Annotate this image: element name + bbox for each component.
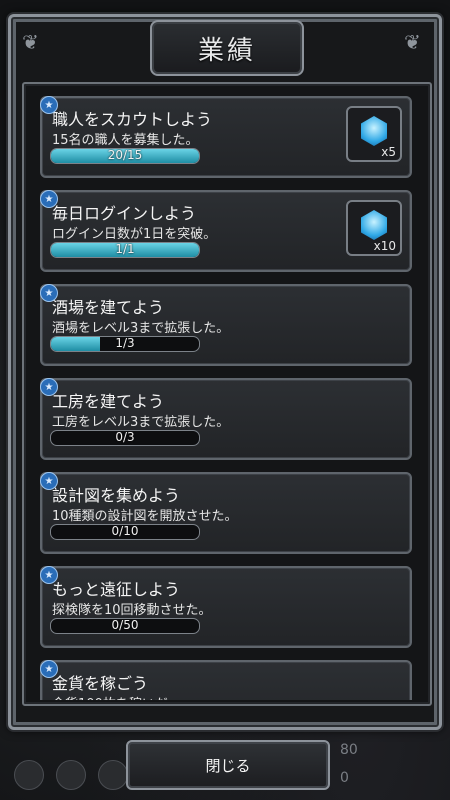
blue-gem-icon <box>361 116 387 146</box>
progress-text: 0/10 <box>111 524 139 538</box>
achievement-description: 10種類の設計図を開放させた。 <box>52 509 238 524</box>
achievement-card: 職人をスカウトしよう 15名の職人を募集した。 20/15 ★ x5 <box>40 96 412 178</box>
achievement-description: 探検隊を10回移動させた。 <box>52 603 212 618</box>
hud-button-1[interactable] <box>14 760 44 790</box>
ornament-left-icon: ❦ <box>22 30 39 54</box>
reward-count: x5 <box>381 145 396 159</box>
achievement-list: 職人をスカウトしよう 15名の職人を募集した。 20/15 ★ x5 毎日ログイ… <box>40 96 412 700</box>
achievement-title: もっと遠征しよう <box>52 580 181 599</box>
achievement-card: 工房を建てよう 工房をレベル3まで拡張した。 0/3 ★ <box>40 378 412 460</box>
reward-slot[interactable]: x10 <box>346 200 402 256</box>
progress-bar: 1/3 <box>50 336 200 352</box>
achievement-title: 金貨を稼ごう <box>52 674 149 693</box>
hud-button-3[interactable] <box>98 760 128 790</box>
star-icon: ★ <box>40 190 58 208</box>
hud-value-top: 80 <box>340 742 358 758</box>
achievement-title: 職人をスカウトしよう <box>52 110 213 129</box>
star-icon: ★ <box>40 472 58 490</box>
hud-button-2[interactable] <box>56 760 86 790</box>
achievement-card: 酒場を建てよう 酒場をレベル3まで拡張した。 1/3 ★ <box>40 284 412 366</box>
ornament-right-icon: ❦ <box>404 30 421 54</box>
star-icon: ★ <box>40 566 58 584</box>
star-icon: ★ <box>40 378 58 396</box>
progress-text: 1/1 <box>115 242 135 256</box>
achievement-card: 設計図を集めよう 10種類の設計図を開放させた。 0/10 ★ <box>40 472 412 554</box>
hud-value-bottom: 0 <box>340 770 349 786</box>
progress-bar: 20/15 <box>50 148 200 164</box>
achievement-title: 毎日ログインしよう <box>52 204 197 223</box>
reward-count: x10 <box>373 239 396 253</box>
dialog-title: 業績 <box>197 35 256 66</box>
progress-bar: 0/50 <box>50 618 200 634</box>
progress-text: 0/3 <box>115 430 135 444</box>
blue-gem-icon <box>361 210 387 240</box>
progress-text: 20/15 <box>107 148 143 162</box>
title-plate: 業績 <box>150 20 304 76</box>
achievement-card: 金貨を稼ごう 金貨100枚を稼いだ。 ★ <box>40 660 412 700</box>
reward-slot[interactable]: x5 <box>346 106 402 162</box>
progress-bar: 1/1 <box>50 242 200 258</box>
achievement-title: 設計図を集めよう <box>52 486 181 505</box>
star-icon: ★ <box>40 284 58 302</box>
achievement-description: 15名の職人を募集した。 <box>52 133 199 148</box>
achievement-title: 酒場を建てよう <box>52 298 165 317</box>
star-icon: ★ <box>40 96 58 114</box>
close-button[interactable]: 閉じる <box>126 740 330 790</box>
achievement-card: 毎日ログインしよう ログイン日数が1日を突破。 1/1 ★ x10 <box>40 190 412 272</box>
progress-bar: 0/10 <box>50 524 200 540</box>
achievement-card: もっと遠征しよう 探検隊を10回移動させた。 0/50 ★ <box>40 566 412 648</box>
progress-text: 0/50 <box>111 618 139 632</box>
progress-text: 1/3 <box>115 336 135 350</box>
achievement-description: 工房をレベル3まで拡張した。 <box>52 415 230 430</box>
star-icon: ★ <box>40 660 58 678</box>
achievement-description: 金貨100枚を稼いだ。 <box>52 693 180 700</box>
achievement-description: ログイン日数が1日を突破。 <box>52 227 217 242</box>
achievement-description: 酒場をレベル3まで拡張した。 <box>52 321 230 336</box>
progress-bar: 0/3 <box>50 430 200 446</box>
achievement-title: 工房を建てよう <box>52 392 165 411</box>
